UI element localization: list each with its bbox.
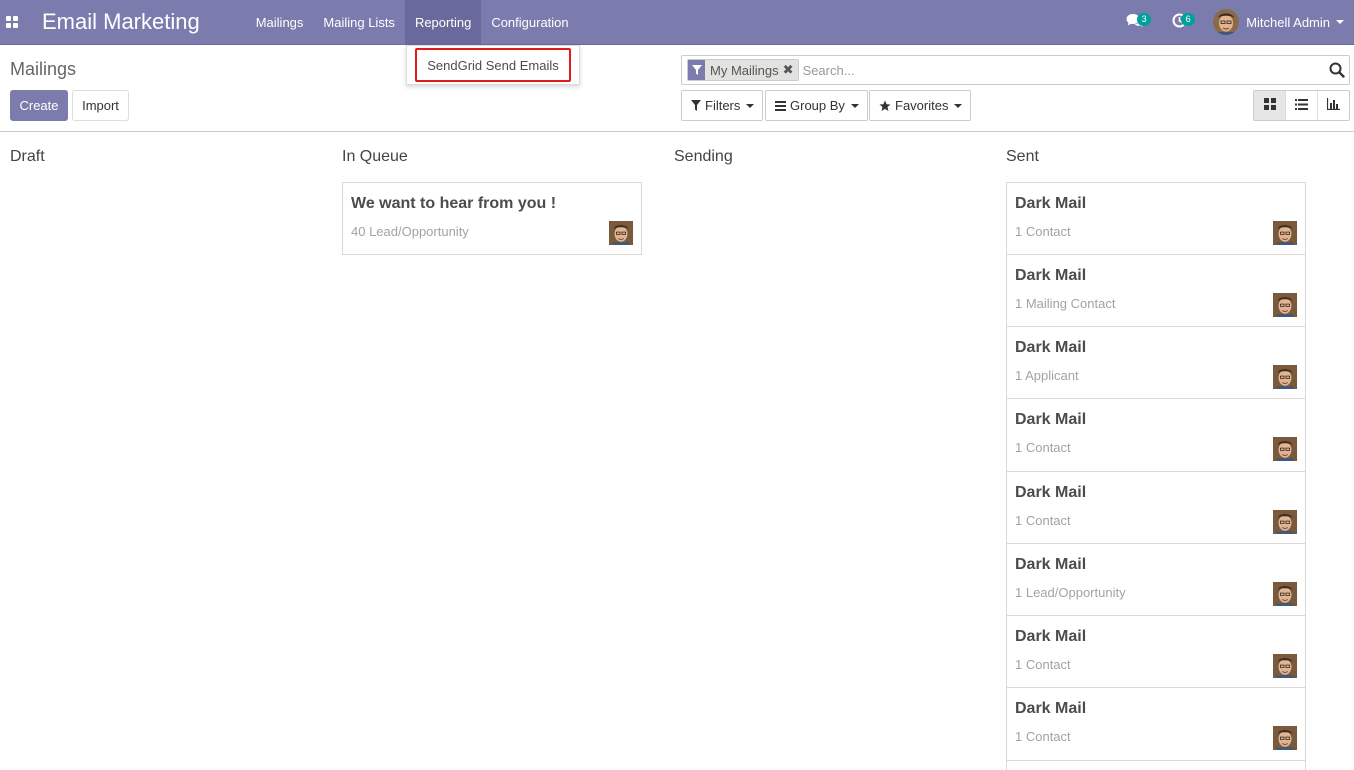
chevron-down-icon (850, 103, 859, 108)
card-title: Dark Mail (1015, 484, 1087, 501)
kanban-card[interactable]: We want to hear from you ! 40 Lead/Oppor… (342, 182, 642, 255)
page-title: Mailings (10, 59, 77, 79)
star-icon (879, 100, 891, 112)
search-input[interactable] (802, 62, 1303, 78)
column-title-sent: Sent (1006, 148, 1039, 165)
kanban-card[interactable]: Dark Mail 1 Contact (1006, 615, 1306, 688)
filter-icon (688, 60, 705, 80)
card-title: Dark Mail (1015, 700, 1087, 717)
reporting-dropdown: SendGrid Send Emails (406, 45, 580, 85)
list-icon (1295, 98, 1308, 113)
menu-mailing-lists[interactable]: Mailing Lists (313, 0, 405, 45)
card-title: Dark Mail (1015, 267, 1087, 284)
kanban-card[interactable]: Dark Mail 1 Contact (1006, 182, 1306, 255)
chevron-down-icon (746, 103, 755, 108)
column-title-in-queue: In Queue (342, 148, 408, 165)
group-by-button[interactable]: Group By (765, 90, 868, 121)
user-menu[interactable]: Mitchell Admin (1201, 0, 1354, 45)
filters-label: Filters (705, 98, 741, 113)
card-subtitle: 1 Contact (1015, 513, 1071, 528)
column-title-sending: Sending (674, 148, 733, 165)
messaging-menu[interactable]: 3 (1113, 0, 1157, 45)
card-title: Dark Mail (1015, 628, 1087, 645)
app-title[interactable]: Email Marketing (42, 9, 200, 35)
card-title: Dark Mail (1015, 411, 1087, 428)
search-bar: My Mailings ✖ (681, 55, 1350, 85)
card-subtitle: 1 Contact (1015, 657, 1071, 672)
chevron-down-icon (954, 103, 963, 108)
card-title: Dark Mail (1015, 195, 1087, 212)
kanban-card[interactable]: Dark Mail 1 Contact (1006, 687, 1306, 761)
kanban-card[interactable]: Dark Mail 1 Contact (1006, 471, 1306, 544)
kanban-card[interactable]: Dark Mail 1 Contact (1006, 398, 1306, 472)
list-view-button[interactable] (1286, 91, 1318, 120)
filter-icon (691, 100, 701, 111)
dropdown-item-sendgrid-send-emails[interactable]: SendGrid Send Emails (415, 48, 571, 82)
search-facet: My Mailings ✖ (687, 59, 799, 81)
column-title-draft: Draft (10, 148, 45, 165)
kanban-card[interactable] (1006, 760, 1306, 770)
kanban-card[interactable]: Dark Mail 1 Lead/Opportunity (1006, 543, 1306, 616)
card-subtitle: 40 Lead/Opportunity (351, 224, 469, 239)
menu-configuration[interactable]: Configuration (481, 0, 578, 45)
chevron-down-icon (1336, 20, 1344, 24)
search-icon[interactable] (1329, 62, 1345, 81)
kanban-card[interactable]: Dark Mail 1 Applicant (1006, 326, 1306, 399)
kanban-icon (1263, 98, 1276, 113)
avatar (1273, 365, 1297, 389)
card-title: Dark Mail (1015, 339, 1087, 356)
apps-menu-icon[interactable] (0, 0, 20, 45)
messages-count-badge: 3 (1137, 12, 1152, 26)
kanban-view-button[interactable] (1254, 91, 1286, 120)
card-subtitle: 1 Lead/Opportunity (1015, 585, 1126, 600)
card-title: Dark Mail (1015, 556, 1087, 573)
graph-view-button[interactable] (1318, 91, 1349, 120)
top-navbar: Email Marketing Mailings Mailing Lists R… (0, 0, 1354, 45)
bar-chart-icon (1326, 98, 1340, 113)
facet-label: My Mailings (710, 62, 779, 78)
favorites-button[interactable]: Favorites (869, 90, 972, 121)
avatar (1273, 510, 1297, 534)
avatar (1273, 437, 1297, 461)
filters-button[interactable]: Filters (681, 90, 764, 121)
avatar (609, 221, 633, 245)
card-subtitle: 1 Contact (1015, 729, 1071, 744)
card-subtitle: 1 Applicant (1015, 368, 1079, 383)
favorites-label: Favorites (895, 98, 949, 113)
import-button[interactable]: Import (72, 90, 129, 121)
user-name: Mitchell Admin (1246, 14, 1330, 30)
avatar (1273, 293, 1297, 317)
activities-count-badge: 6 (1181, 12, 1196, 26)
group-by-label: Group By (790, 98, 845, 113)
activity-menu[interactable]: 6 (1157, 0, 1201, 45)
avatar (1273, 726, 1297, 750)
card-subtitle: 1 Contact (1015, 440, 1071, 455)
close-icon[interactable]: ✖ (783, 62, 798, 78)
avatar (1273, 221, 1297, 245)
bars-icon (775, 100, 786, 111)
card-subtitle: 1 Contact (1015, 224, 1071, 239)
menu-mailings[interactable]: Mailings (246, 0, 314, 45)
card-subtitle: 1 Mailing Contact (1015, 296, 1116, 311)
menu-reporting[interactable]: Reporting (404, 0, 482, 45)
create-button[interactable]: Create (10, 90, 68, 121)
card-title: We want to hear from you ! (351, 195, 557, 212)
kanban-card[interactable]: Dark Mail 1 Mailing Contact (1006, 254, 1306, 327)
avatar (1273, 582, 1297, 606)
user-avatar (1213, 9, 1240, 35)
view-switcher (1253, 90, 1350, 121)
control-panel: Mailings Create Import My Mailings ✖ Fil… (0, 45, 1354, 132)
avatar (1273, 654, 1297, 678)
